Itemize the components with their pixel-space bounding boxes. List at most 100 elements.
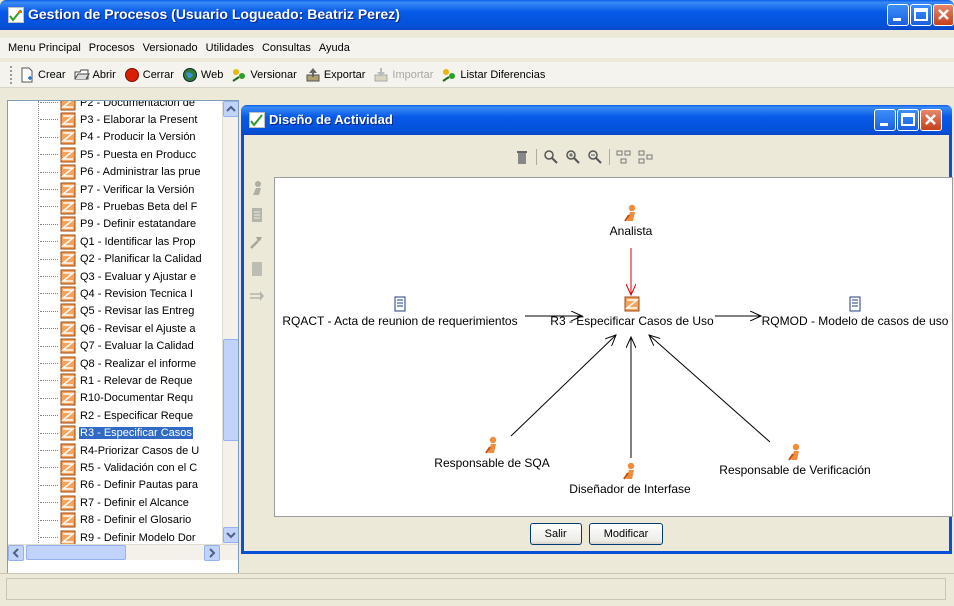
tree-item[interactable]: R1 - Relevar de Reque <box>8 372 224 389</box>
app-logo-icon <box>8 7 24 23</box>
tree-item-label: R1 - Relevar de Reque <box>80 374 193 387</box>
artifact-icon[interactable] <box>249 207 265 223</box>
tree-item[interactable]: R2 - Especificar Reque <box>8 407 224 424</box>
tree-item[interactable]: P3 - Elaborar la Present <box>8 111 224 128</box>
node-input-artifact[interactable]: RQACT - Acta de reunion de requerimiento… <box>280 296 520 328</box>
tree-connector <box>40 119 58 121</box>
node-analista[interactable]: Analista <box>591 204 671 238</box>
tree-item-label: R6 - Definir Pautas para <box>80 479 198 492</box>
abrir-button[interactable]: Abrir <box>74 67 116 83</box>
menu-principal[interactable]: Menu Principal <box>4 42 85 54</box>
tree-horizontal-scrollbar[interactable] <box>8 544 238 561</box>
activity-icon <box>60 408 76 424</box>
tree-item[interactable]: Q3 - Evaluar y Ajustar e <box>8 268 224 285</box>
scroll-down-button[interactable] <box>223 527 238 543</box>
tree-item-label: P5 - Puesta en Producc <box>80 148 197 161</box>
node-disenador-interfase[interactable]: Diseñador de Interfase <box>565 462 695 496</box>
tree-item[interactable]: P2 - Documentacion de <box>8 101 224 111</box>
activity-icon <box>624 296 640 312</box>
tree-item[interactable]: Q7 - Evaluar la Calidad <box>8 338 224 355</box>
activity-icon <box>60 182 76 197</box>
tree-connector <box>40 241 58 243</box>
tree-connector <box>40 415 58 417</box>
tree-item[interactable]: R10-Documentar Requ <box>8 390 224 407</box>
activity-maximize-button[interactable] <box>897 109 919 131</box>
exportar-button[interactable]: Exportar <box>305 67 365 83</box>
node-responsable-verificacion[interactable]: Responsable de Verificación <box>715 443 875 477</box>
diagram-canvas[interactable]: Analista RQACT - Acta de reunion de requ… <box>274 177 953 517</box>
close-button[interactable] <box>933 4 954 26</box>
menu-consultas[interactable]: Consultas <box>258 42 315 54</box>
tree-item[interactable]: R4-Priorizar Casos de U <box>8 442 224 459</box>
trash-icon[interactable] <box>514 149 530 165</box>
scroll-up-button[interactable] <box>223 101 238 117</box>
globe-icon <box>182 67 197 82</box>
tree-item-label: R8 - Definir el Glosario <box>80 514 192 527</box>
tree-item-label: R7 - Definir el Alcance <box>80 496 189 509</box>
tree-item[interactable]: P5 - Puesta en Producc <box>8 146 224 163</box>
menu-procesos[interactable]: Procesos <box>85 42 139 54</box>
tree-item[interactable]: R7 - Definir el Alcance <box>8 494 224 511</box>
document-icon[interactable] <box>249 261 265 277</box>
tree-item[interactable]: P8 - Pruebas Beta del F <box>8 198 224 215</box>
element-palette <box>249 180 267 315</box>
tree-item[interactable]: R8 - Definir el Glosario <box>8 512 224 529</box>
window-title: Gestion de Procesos (Usuario Logueado: B… <box>28 6 400 22</box>
scroll-left-button[interactable] <box>8 545 24 561</box>
listar-diferencias-button[interactable]: Listar Diferencias <box>441 67 545 83</box>
tree-item[interactable]: R5 - Validación con el C <box>8 459 224 476</box>
tree-item[interactable]: Q2 - Planificar la Calidad <box>8 251 224 268</box>
scroll-thumb[interactable] <box>223 339 238 441</box>
role-person-icon <box>623 462 635 480</box>
zoom-in-icon[interactable] <box>565 149 581 165</box>
tree-vertical-scrollbar[interactable] <box>222 101 238 559</box>
node-output-artifact[interactable]: RQMOD - Modelo de casos de uso <box>760 296 950 328</box>
diff-people-icon <box>442 68 456 82</box>
maximize-button[interactable] <box>910 4 932 26</box>
tree-item[interactable]: Q6 - Revisar el Ajuste a <box>8 320 224 337</box>
zoom-out-icon[interactable] <box>587 149 603 165</box>
role-icon[interactable] <box>249 180 265 196</box>
salir-button[interactable]: Salir <box>529 523 582 545</box>
tree-item[interactable]: P6 - Administrar las prue <box>8 164 224 181</box>
tree-connector <box>40 397 58 399</box>
scroll-right-button[interactable] <box>204 545 220 561</box>
tree-item[interactable]: Q1 - Identificar las Prop <box>8 233 224 250</box>
menu-ayuda[interactable]: Ayuda <box>315 42 354 54</box>
tree-item[interactable]: Q5 - Revisar las Entreg <box>8 303 224 320</box>
activity-icon <box>60 147 76 163</box>
web-button[interactable]: Web <box>182 67 223 83</box>
flow-arrow-icon[interactable] <box>249 288 265 304</box>
minimize-button[interactable] <box>887 4 909 26</box>
activity-icon <box>60 101 76 110</box>
modificar-button[interactable]: Modificar <box>588 523 664 545</box>
toolbar-grip[interactable] <box>10 65 13 84</box>
hscroll-thumb[interactable] <box>26 545 126 560</box>
zoom-fit-icon[interactable] <box>543 149 559 165</box>
tree-item[interactable]: R3 - Especificar Casos <box>8 425 224 442</box>
node-responsable-sqa[interactable]: Responsable de SQA <box>427 436 557 470</box>
tree-item[interactable]: R6 - Definir Pautas para <box>8 477 224 494</box>
new-document-icon <box>21 67 33 82</box>
layout-alt-icon[interactable] <box>638 149 654 165</box>
activity-close-button[interactable] <box>920 109 942 131</box>
menu-utilidades[interactable]: Utilidades <box>202 42 258 54</box>
tree-item[interactable]: P4 - Producir la Versión <box>8 129 224 146</box>
tree-connector <box>40 102 58 103</box>
tree-item[interactable]: Q8 - Realizar el informe <box>8 355 224 372</box>
main-title-bar[interactable]: Gestion de Procesos (Usuario Logueado: B… <box>0 0 954 30</box>
activity-window-title-bar[interactable]: Diseño de Actividad <box>241 105 952 135</box>
node-activity[interactable]: R3 - Especificar Casos de Uso <box>547 296 717 328</box>
cerrar-button[interactable]: Cerrar <box>124 67 174 83</box>
tool-icon[interactable] <box>249 234 265 250</box>
layout-icon[interactable] <box>616 149 632 165</box>
crear-button[interactable]: Crear <box>19 67 66 83</box>
versionar-button[interactable]: Versionar <box>231 67 297 83</box>
activity-minimize-button[interactable] <box>874 109 896 131</box>
tree-item[interactable]: P9 - Definir estatandare <box>8 216 224 233</box>
importar-button[interactable]: Importar <box>373 67 433 83</box>
tree-connector <box>40 223 58 225</box>
tree-item[interactable]: Q4 - Revision Tecnica I <box>8 285 224 302</box>
menu-versionado[interactable]: Versionado <box>139 42 202 54</box>
tree-item[interactable]: P7 - Verificar la Versión <box>8 181 224 198</box>
